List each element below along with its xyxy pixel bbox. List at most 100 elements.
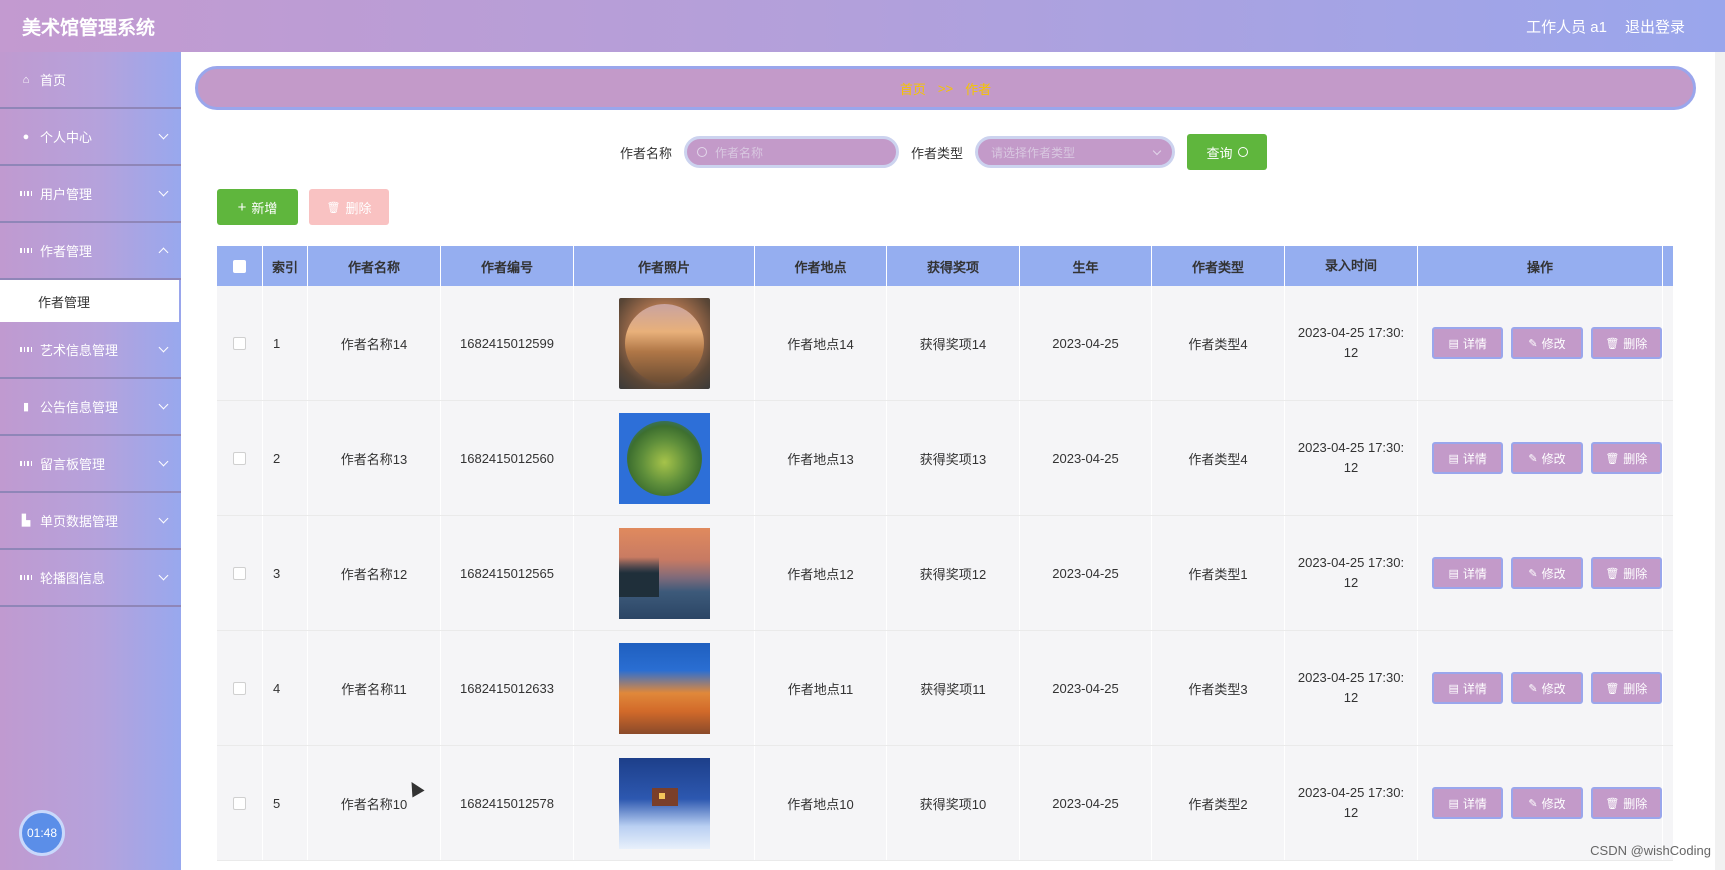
plus-icon: + [237, 198, 247, 216]
chevron-down-icon [158, 342, 169, 353]
author-award: 获得奖项10 [887, 746, 1020, 860]
home-icon: ⌂ [22, 73, 30, 86]
detail-button[interactable]: ▤ 详情 [1432, 442, 1504, 474]
delete-button[interactable]: 🗑 删除 [1590, 442, 1662, 474]
edit-label: 修改 [1541, 681, 1566, 696]
sidebar-item-label: 公告信息管理 [40, 400, 119, 415]
edit-button[interactable]: ✎ 修改 [1511, 672, 1583, 704]
sidebar-item-label: 首页 [40, 73, 67, 88]
add-button[interactable]: + 新增 [217, 189, 298, 225]
grid-icon [20, 245, 32, 257]
delete-button[interactable]: 🗑 删除 [1590, 557, 1662, 589]
column-header: 作者类型 [1152, 246, 1285, 286]
grid-icon [20, 458, 32, 470]
row-checkbox[interactable] [233, 681, 246, 695]
row-checkbox[interactable] [233, 336, 246, 350]
author-location: 作者地点11 [755, 631, 887, 745]
edit-button[interactable]: ✎ 修改 [1511, 557, 1583, 589]
sidebar-item-art-info[interactable]: 艺术信息管理 [0, 322, 181, 379]
sidebar-item-label: 用户管理 [40, 187, 93, 202]
author-number: 1682415012560 [441, 401, 574, 515]
sidebar-item-author-management[interactable]: 作者管理 [0, 223, 181, 280]
sidebar-item-message-board[interactable]: 留言板管理 [0, 436, 181, 493]
delete-button[interactable]: 🗑 删除 [1590, 672, 1662, 704]
chevron-down-icon [158, 513, 169, 524]
detail-button[interactable]: ▤ 详情 [1432, 672, 1504, 704]
batch-delete-button[interactable]: 🗑 删除 [309, 189, 389, 225]
author-name-placeholder: 作者名称 [715, 145, 764, 160]
entry-time-line1: 2023-04-25 17:30: [1297, 785, 1405, 800]
edit-button[interactable]: ✎ 修改 [1511, 327, 1583, 359]
trash-icon: 🗑 [1605, 682, 1620, 695]
logout-link[interactable]: 退出登录 [1625, 16, 1685, 37]
breadcrumb-home[interactable]: 首页 [900, 79, 926, 98]
sidebar-item-label: 单页数据管理 [40, 514, 119, 529]
grid-icon [20, 188, 32, 200]
column-header: 索引 [263, 246, 308, 286]
row-checkbox[interactable] [233, 796, 246, 810]
author-number: 1682415012599 [441, 286, 574, 400]
delete-label: 删除 [1623, 566, 1648, 581]
entry-time-line1: 2023-04-25 17:30: [1297, 440, 1405, 455]
trash-icon: 🗑 [1605, 452, 1620, 465]
column-header: 作者名称 [308, 246, 441, 286]
edit-label: 修改 [1541, 796, 1566, 811]
clock-widget: 01:48 [19, 810, 65, 856]
author-name: 作者名称11 [308, 631, 441, 745]
sidebar-item-announcements[interactable]: ▮ 公告信息管理 [0, 379, 181, 436]
author-location: 作者地点12 [755, 516, 887, 630]
author-birth-year: 2023-04-25 [1020, 401, 1152, 515]
column-header: 作者照片 [574, 246, 755, 286]
author-type: 作者类型4 [1152, 401, 1285, 515]
document-icon: ▤ [1448, 567, 1459, 580]
author-type: 作者类型4 [1152, 286, 1285, 400]
select-all-checkbox[interactable] [233, 259, 246, 273]
row-checkbox[interactable] [233, 451, 246, 465]
column-header: 作者编号 [441, 246, 574, 286]
author-number: 1682415012565 [441, 516, 574, 630]
entry-time-line2: 12 [1343, 460, 1359, 475]
edit-label: 修改 [1541, 566, 1566, 581]
trash-icon: 🗑 [1605, 337, 1620, 350]
edit-button[interactable]: ✎ 修改 [1511, 787, 1583, 819]
query-button[interactable]: 查询 [1187, 134, 1268, 170]
detail-button[interactable]: ▤ 详情 [1432, 557, 1504, 589]
sidebar-item-personal-center[interactable]: ● 个人中心 [0, 109, 181, 166]
sidebar-item-user-management[interactable]: 用户管理 [0, 166, 181, 223]
top-header: 美术馆管理系统 工作人员 a1 退出登录 [0, 0, 1725, 52]
entry-time: 2023-04-25 17:30: 12 [1285, 746, 1418, 860]
delete-label: 删除 [1623, 796, 1648, 811]
sidebar-item-home[interactable]: ⌂ 首页 [0, 52, 181, 109]
sidebar-item-label: 轮播图信息 [40, 571, 106, 586]
delete-label: 删除 [1623, 681, 1648, 696]
sidebar-item-single-page-data[interactable]: ▙ 单页数据管理 [0, 493, 181, 550]
entry-time-line1: 2023-04-25 17:30: [1297, 325, 1405, 340]
entry-time-line2: 12 [1343, 575, 1359, 590]
sidebar-item-carousel[interactable]: 轮播图信息 [0, 550, 181, 607]
delete-button[interactable]: 🗑 删除 [1590, 787, 1662, 819]
row-checkbox[interactable] [233, 566, 246, 580]
author-number: 1682415012578 [441, 746, 574, 860]
chevron-down-icon [158, 399, 169, 410]
entry-time-line2: 12 [1343, 345, 1359, 360]
sidebar-subitem-author-management[interactable]: 作者管理 [0, 280, 181, 322]
pencil-icon: ✎ [1528, 567, 1538, 580]
author-type-select[interactable]: 请选择作者类型 [975, 136, 1176, 168]
sidebar-item-label: 个人中心 [40, 130, 93, 145]
edit-button[interactable]: ✎ 修改 [1511, 442, 1583, 474]
entry-time-line1: 2023-04-25 17:30: [1297, 670, 1405, 685]
delete-button[interactable]: 🗑 删除 [1590, 327, 1662, 359]
author-name-input[interactable]: 作者名称 [684, 136, 900, 168]
page-scrollbar[interactable] [1715, 52, 1725, 870]
app-title: 美术馆管理系统 [22, 18, 156, 39]
detail-button[interactable]: ▤ 详情 [1432, 787, 1504, 819]
row-index: 1 [263, 286, 308, 400]
detail-label: 详情 [1462, 451, 1487, 466]
author-award: 获得奖项14 [887, 286, 1020, 400]
pencil-icon: ✎ [1528, 797, 1538, 810]
bar-chart-icon: ▮ [22, 401, 30, 413]
detail-button[interactable]: ▤ 详情 [1432, 327, 1504, 359]
chevron-up-icon [158, 247, 169, 258]
author-name: 作者名称12 [308, 516, 441, 630]
author-photo [618, 412, 710, 504]
